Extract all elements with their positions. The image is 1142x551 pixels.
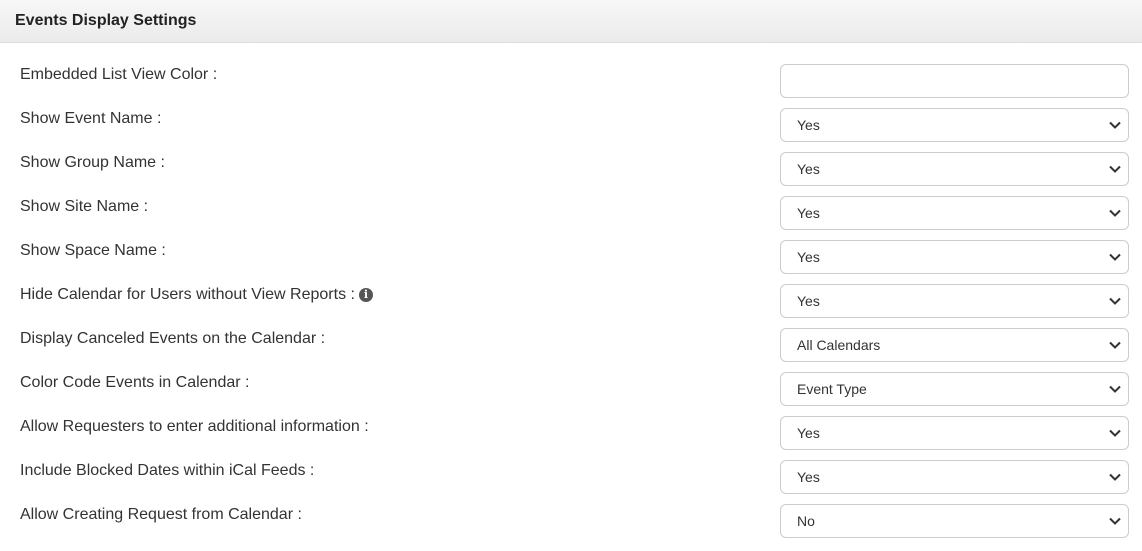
settings-form: Embedded List View Color : Show Event Na… xyxy=(0,53,1142,538)
setting-label: Embedded List View Color : xyxy=(20,66,217,84)
setting-label-text: Hide Calendar for Users without View Rep… xyxy=(20,286,355,303)
chevron-down-icon xyxy=(1108,382,1122,396)
panel-header: Events Display Settings xyxy=(0,0,1142,43)
chevron-down-icon xyxy=(1108,162,1122,176)
setting-row-allow-creating-request: Allow Creating Request from Calendar : N… xyxy=(0,493,1142,538)
setting-label: Show Event Name : xyxy=(20,110,161,128)
setting-label: Include Blocked Dates within iCal Feeds … xyxy=(20,462,314,480)
events-display-settings-panel: Events Display Settings Embedded List Vi… xyxy=(0,0,1142,551)
chevron-down-icon xyxy=(1108,470,1122,484)
color-code-events-select[interactable]: Event Type xyxy=(780,372,1129,406)
setting-row-color-code-events: Color Code Events in Calendar : Event Ty… xyxy=(0,361,1142,406)
setting-row-display-canceled-events: Display Canceled Events on the Calendar … xyxy=(0,317,1142,362)
select-value: All Calendars xyxy=(797,337,881,353)
select-value: Yes xyxy=(797,117,820,133)
show-site-name-select[interactable]: Yes xyxy=(780,196,1129,230)
panel-title: Events Display Settings xyxy=(15,12,197,29)
setting-row-show-group-name: Show Group Name : Yes xyxy=(0,141,1142,186)
setting-row-allow-requesters-info: Allow Requesters to enter additional inf… xyxy=(0,405,1142,450)
setting-row-show-event-name: Show Event Name : Yes xyxy=(0,97,1142,142)
chevron-down-icon xyxy=(1108,250,1122,264)
show-event-name-select[interactable]: Yes xyxy=(780,108,1129,142)
setting-label-text: Show Group Name : xyxy=(20,154,165,171)
chevron-down-icon xyxy=(1108,338,1122,352)
setting-row-embedded-list-view-color: Embedded List View Color : xyxy=(0,53,1142,98)
select-value: Yes xyxy=(797,425,820,441)
setting-label: Show Group Name : xyxy=(20,154,165,172)
allow-creating-request-select[interactable]: No xyxy=(780,504,1129,538)
show-group-name-select[interactable]: Yes xyxy=(780,152,1129,186)
select-value: Yes xyxy=(797,205,820,221)
select-value: Yes xyxy=(797,469,820,485)
setting-label: Display Canceled Events on the Calendar … xyxy=(20,330,325,348)
setting-label: Hide Calendar for Users without View Rep… xyxy=(20,286,373,304)
setting-label-text: Embedded List View Color : xyxy=(20,66,218,83)
setting-label: Show Site Name : xyxy=(20,198,148,216)
setting-row-include-blocked-dates: Include Blocked Dates within iCal Feeds … xyxy=(0,449,1142,494)
allow-requesters-info-select[interactable]: Yes xyxy=(780,416,1129,450)
show-space-name-select[interactable]: Yes xyxy=(780,240,1129,274)
setting-row-hide-calendar: Hide Calendar for Users without View Rep… xyxy=(0,273,1142,318)
select-value: Yes xyxy=(797,161,820,177)
select-value: Event Type xyxy=(797,381,867,397)
setting-label-text: Show Space Name : xyxy=(20,242,166,259)
info-circle-icon[interactable]: i xyxy=(358,288,373,302)
include-blocked-dates-select[interactable]: Yes xyxy=(780,460,1129,494)
setting-label-text: Color Code Events in Calendar : xyxy=(20,374,250,391)
setting-label: Allow Requesters to enter additional inf… xyxy=(20,418,369,436)
select-value: Yes xyxy=(797,249,820,265)
setting-label-text: Allow Creating Request from Calendar : xyxy=(20,506,302,523)
setting-row-show-space-name: Show Space Name : Yes xyxy=(0,229,1142,274)
select-value: No xyxy=(797,513,815,529)
setting-label: Show Space Name : xyxy=(20,242,166,260)
setting-label-text: Include Blocked Dates within iCal Feeds … xyxy=(20,462,315,479)
embedded-list-view-color-input[interactable] xyxy=(780,64,1129,98)
chevron-down-icon xyxy=(1108,118,1122,132)
setting-label-text: Show Site Name : xyxy=(20,198,149,215)
select-value: Yes xyxy=(797,293,820,309)
chevron-down-icon xyxy=(1108,514,1122,528)
hide-calendar-select[interactable]: Yes xyxy=(780,284,1129,318)
setting-row-show-site-name: Show Site Name : Yes xyxy=(0,185,1142,230)
display-canceled-events-select[interactable]: All Calendars xyxy=(780,328,1129,362)
setting-label: Allow Creating Request from Calendar : xyxy=(20,506,302,524)
setting-label-text: Show Event Name : xyxy=(20,110,162,127)
chevron-down-icon xyxy=(1108,206,1122,220)
setting-label: Color Code Events in Calendar : xyxy=(20,374,249,392)
setting-label-text: Allow Requesters to enter additional inf… xyxy=(20,418,369,435)
setting-label-text: Display Canceled Events on the Calendar … xyxy=(20,330,326,347)
chevron-down-icon xyxy=(1108,294,1122,308)
chevron-down-icon xyxy=(1108,426,1122,440)
